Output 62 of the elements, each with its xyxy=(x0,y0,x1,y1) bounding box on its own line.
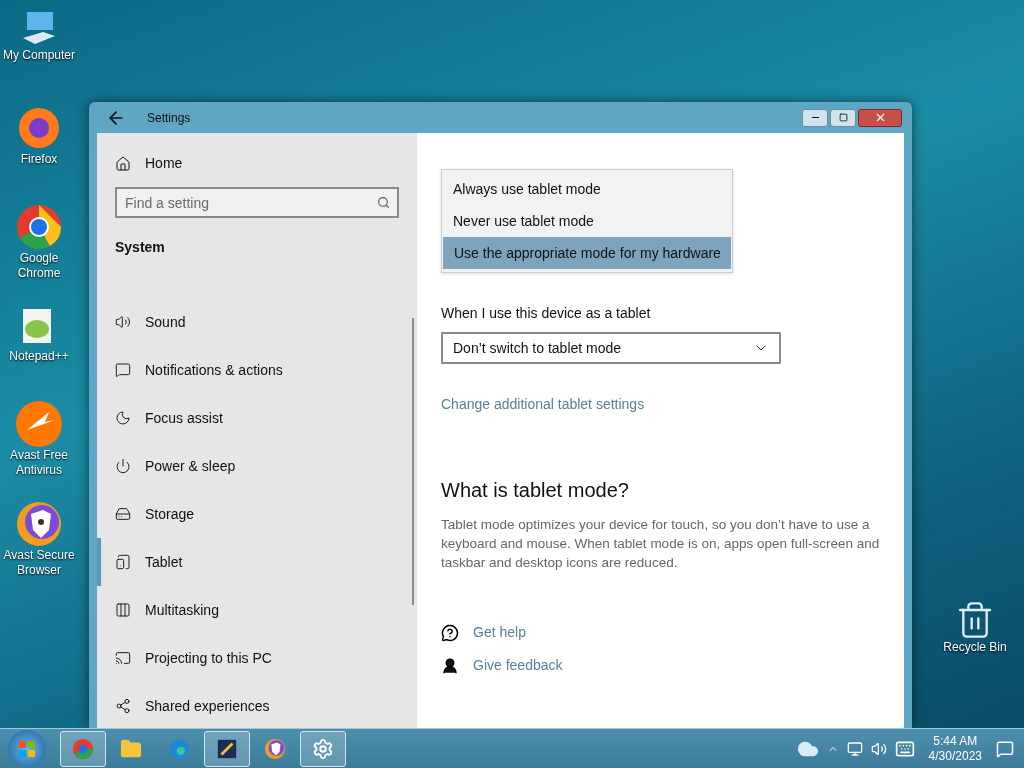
windows-logo-icon xyxy=(18,739,36,758)
search-icon[interactable] xyxy=(377,196,390,209)
desktop-icon-label[interactable]: Google Chrome xyxy=(0,251,78,281)
help-icon xyxy=(441,623,459,642)
dropdown-option[interactable]: Never use tablet mode xyxy=(442,205,732,237)
share-icon xyxy=(115,698,131,714)
sidebar-item[interactable]: Shared experiences xyxy=(97,682,417,730)
desktop-icon-label[interactable]: Firefox xyxy=(20,152,58,167)
app-icon xyxy=(216,737,238,760)
sidebar-item[interactable]: Power & sleep xyxy=(97,442,417,490)
desktop-icon-label[interactable]: My Computer xyxy=(3,48,75,63)
tablet-icon xyxy=(115,554,131,570)
sidebar-item[interactable]: Projecting to this PC xyxy=(97,634,417,682)
help-link[interactable]: Get help xyxy=(473,622,526,643)
settings-link[interactable]: Change additional tablet settings xyxy=(441,394,904,415)
lock-shield-icon xyxy=(264,737,286,760)
clock-time[interactable]: 5:44 AM xyxy=(933,733,978,749)
columns-icon xyxy=(115,602,131,618)
network-icon xyxy=(846,740,863,757)
desktop-icon-label[interactable]: Avast Secure Browser xyxy=(0,548,78,578)
desktop-icon-label[interactable]: Recycle Bin xyxy=(943,640,1007,655)
description: Tablet mode optimizes your device for touch, so you don’t have to use a keyboard and mouse. When tablet mode is on, apps open full-screen and taskbar and desktop icons are reduced. xyxy=(441,516,881,572)
speech-bubble-icon xyxy=(115,362,131,378)
scrollbar[interactable] xyxy=(412,318,414,605)
maximize-icon[interactable] xyxy=(838,113,848,122)
speaker-icon xyxy=(115,314,131,330)
settings-icon xyxy=(312,737,334,760)
sidebar-item[interactable]: Storage xyxy=(97,490,417,538)
chrome-icon xyxy=(72,737,94,760)
maximize-button[interactable] xyxy=(830,108,856,127)
dropdown-option[interactable]: Always use tablet mode xyxy=(442,173,732,205)
notifications-icon xyxy=(996,739,1014,758)
antivirus-icon[interactable] xyxy=(15,400,63,448)
help-link[interactable]: Give feedback xyxy=(473,655,563,676)
search-field[interactable]: Find a setting xyxy=(115,187,399,218)
section-title: What is tablet mode? xyxy=(441,478,630,503)
chrome-icon[interactable] xyxy=(15,203,63,251)
person-feedback-icon xyxy=(441,656,459,675)
section-heading: System xyxy=(115,238,166,257)
taskbar-button[interactable] xyxy=(204,730,250,767)
mode-dropdown[interactable]: Don’t switch to tablet mode xyxy=(441,332,781,364)
sidebar-item[interactable]: Focus assist xyxy=(97,394,417,442)
desktop-icon-label[interactable]: Avast Free Antivirus xyxy=(0,448,78,478)
sidebar-item[interactable]: Notifications & actions xyxy=(97,346,417,394)
desktop-icon-label[interactable]: Notepad++ xyxy=(9,349,69,364)
sidebar-item[interactable]: Sound xyxy=(97,298,417,346)
dropdown-option[interactable]: Use the appropriate mode for my hardware xyxy=(443,237,731,269)
close-button[interactable] xyxy=(858,108,902,127)
power-icon xyxy=(115,458,131,474)
clock-date[interactable]: 4/30/2023 xyxy=(928,748,982,764)
drive-icon xyxy=(115,506,131,522)
sidebar-item[interactable]: Multitasking xyxy=(97,586,417,634)
home-item[interactable]: Home xyxy=(97,153,417,174)
folder-icon xyxy=(120,737,142,760)
projector-icon xyxy=(115,650,131,666)
start-button[interactable] xyxy=(8,729,46,768)
lock-shield-icon[interactable] xyxy=(15,500,63,548)
window-title: Settings xyxy=(147,109,191,127)
home-icon xyxy=(115,155,131,172)
speaker-icon xyxy=(870,740,887,757)
field-label: When I use this device as a tablet xyxy=(441,304,652,323)
moon-icon xyxy=(115,410,131,426)
